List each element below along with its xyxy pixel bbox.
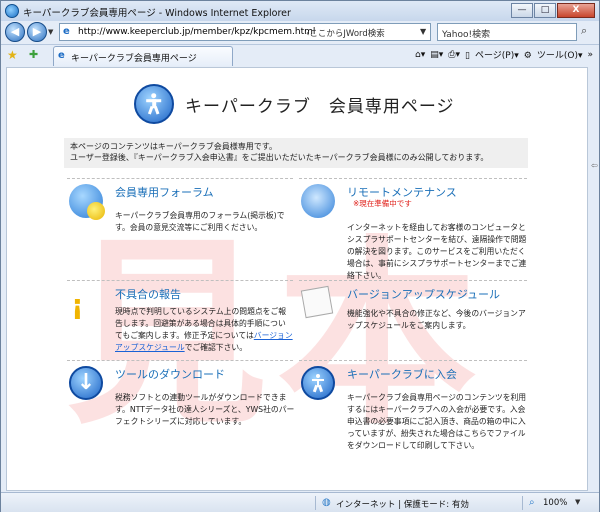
tools-menu-label: ツール(O) <box>536 51 578 61</box>
command-tools: ⌂▾ ▤▾ ⎙▾ ▯ ページ(P)▾ ⚙ ツール(O)▾ » <box>410 48 593 62</box>
address-url[interactable]: http://www.keeperclub.jp/member/kpz/kpcm… <box>78 27 315 37</box>
item-title-link[interactable]: 不具合の報告 <box>115 286 181 302</box>
item-description: インターネットを経由してお客様のコンピュータとシスプラサポートセンターを結び、遠… <box>347 223 527 280</box>
join-person-icon[interactable] <box>301 366 335 400</box>
tab-label: キーパークラブ会員専用ページ <box>71 54 197 64</box>
item-title-link[interactable]: バージョンアップスケジュール <box>347 286 500 302</box>
intro-line-1: 本ページのコンテンツはキーパークラブ会員様専用です。 <box>70 142 277 151</box>
tab-current-page[interactable]: e キーパークラブ会員専用ページ <box>53 46 233 66</box>
security-zone[interactable]: インターネット | 保護モード: 有効 <box>336 498 469 510</box>
status-bar: ◍ インターネット | 保護モード: 有効 ⌕ 100% ▼ <box>1 492 599 512</box>
address-field[interactable]: e http://www.keeperclub.jp/member/kpz/kp… <box>59 23 487 41</box>
schedule-icon[interactable] <box>300 285 335 320</box>
item-description: 現時点で判明しているシステム上の問題点をご報告します。回避策がある場合は具体的手… <box>115 306 293 354</box>
remote-maintenance-icon[interactable] <box>301 184 335 218</box>
item-remote-maintenance: リモートメンテナンス ※現在準備中です インターネットを経由してお客様のコンピュ… <box>301 184 531 294</box>
item-description: 税務ソフトとの連動ツールがダウンロードできます。NTTデータ社の達人シリーズと、… <box>115 393 295 426</box>
search-input[interactable]: Yahoo!検索 <box>437 23 577 41</box>
jword-search-hint[interactable]: ‹ここからJWord検索 <box>306 27 385 39</box>
chevron-more-icon[interactable]: » <box>587 50 593 60</box>
divider <box>299 280 527 281</box>
favorites-star-icon[interactable]: ★ <box>7 48 18 62</box>
maximize-button[interactable]: □ <box>534 3 556 18</box>
divider <box>299 178 527 179</box>
window-controls: — □ X <box>510 3 595 19</box>
item-version-schedule: バージョンアップスケジュール 機能強化や不具合の修正など、今後のバージョンアップ… <box>300 285 531 366</box>
item-member-forum: 会員専用フォーラム キーパークラブ会員専用のフォーラム(掲示板)です。会員の意見… <box>69 184 299 274</box>
zoom-level[interactable]: 100% <box>543 498 567 508</box>
address-dropdown-icon[interactable]: ▼ <box>420 27 426 36</box>
search-placeholder: Yahoo!検索 <box>442 30 491 40</box>
history-dropdown-icon[interactable]: ▼ <box>48 28 53 36</box>
forum-smiley-icon[interactable] <box>69 184 105 220</box>
preparing-note: ※現在準備中です <box>353 199 412 208</box>
address-row: ◀ ▶ ▼ e http://www.keeperclub.jp/member/… <box>1 21 599 43</box>
intro-box: 本ページのコンテンツはキーパークラブ会員様専用です。 ユーザー登録後、『キーパー… <box>64 138 528 168</box>
globe-icon: ◍ <box>322 497 331 508</box>
back-arrow-icon[interactable]: ◀ <box>5 22 25 42</box>
divider <box>67 280 293 281</box>
ie-logo-icon <box>5 4 19 18</box>
page-menu-label: ページ(P) <box>474 51 515 61</box>
intro-line-2: ユーザー登録後、『キーパークラブ入会申込書』をご提出いただいたキーパークラブ会員… <box>70 153 489 162</box>
print-icon[interactable]: ⎙▾ <box>448 50 460 60</box>
download-arrow-icon[interactable]: ↓ <box>69 366 103 400</box>
item-description: キーパークラブ会員専用ページのコンテンツを利用するにはキーパークラブへの入会が必… <box>347 393 527 450</box>
item-join-club: キーパークラブに入会 キーパークラブ会員専用ページのコンテンツを利用するにはキー… <box>301 366 531 466</box>
zoom-icon[interactable]: ⌕ <box>529 497 535 508</box>
command-bar: ★ ✚ e キーパークラブ会員専用ページ ⌂▾ ▤▾ ⎙▾ ▯ ページ(P)▾ ⚙… <box>1 44 599 66</box>
status-divider <box>315 496 316 510</box>
divider <box>299 360 527 361</box>
home-icon[interactable]: ⌂▾ <box>415 50 425 60</box>
accessibility-person-icon <box>134 84 174 124</box>
zoom-dropdown-icon[interactable]: ▼ <box>575 498 580 506</box>
divider <box>67 178 293 179</box>
item-tool-download: ↓ ツールのダウンロード 税務ソフトとの連動ツールがダウンロードできます。NTT… <box>69 366 299 456</box>
feeds-icon[interactable]: ▤▾ <box>430 50 443 60</box>
item-description: 機能強化や不具合の修正など、今後のバージョンアップスケジュールをご案内します。 <box>347 309 526 330</box>
item-title-link[interactable]: キーパークラブに入会 <box>347 366 457 382</box>
title-bar: キーパークラブ会員専用ページ - Windows Internet Explor… <box>1 1 599 21</box>
item-title-link[interactable]: 会員専用フォーラム <box>115 184 214 200</box>
page-menu[interactable]: ▯ ページ(P)▾ <box>465 48 519 61</box>
window-title: キーパークラブ会員専用ページ - Windows Internet Explor… <box>23 8 291 19</box>
item-description: キーパークラブ会員専用のフォーラム(掲示板)です。会員の意見交流等にご利用くださ… <box>115 211 285 232</box>
divider <box>67 360 293 361</box>
close-button[interactable]: X <box>557 3 595 18</box>
minimize-button[interactable]: — <box>511 3 533 18</box>
resize-arrow-icon[interactable]: ⇦ <box>591 161 598 170</box>
item-description-tail: でご確認下さい。 <box>184 343 247 352</box>
bug-report-icon[interactable]: ¡ <box>69 286 103 321</box>
status-divider <box>522 496 523 510</box>
page-e-icon: e <box>58 50 65 61</box>
item-title-link[interactable]: ツールのダウンロード <box>115 366 225 382</box>
browser-window: キーパークラブ会員専用ページ - Windows Internet Explor… <box>0 0 600 512</box>
add-favorite-icon[interactable]: ✚ <box>29 48 38 61</box>
page-e-icon: e <box>63 26 70 37</box>
forward-arrow-icon[interactable]: ▶ <box>27 22 47 42</box>
page-viewport: 見本 キーパークラブ 会員専用ページ 本ページのコンテンツはキーパークラブ会員様… <box>6 67 588 491</box>
item-bug-report: ¡ 不具合の報告 現時点で判明しているシステム上の問題点をご報告します。回避策が… <box>69 286 299 366</box>
page-title: キーパークラブ 会員専用ページ <box>185 97 455 117</box>
tools-menu[interactable]: ⚙ ツール(O)▾ <box>524 48 583 61</box>
search-icon[interactable]: ⌕ <box>581 24 587 38</box>
